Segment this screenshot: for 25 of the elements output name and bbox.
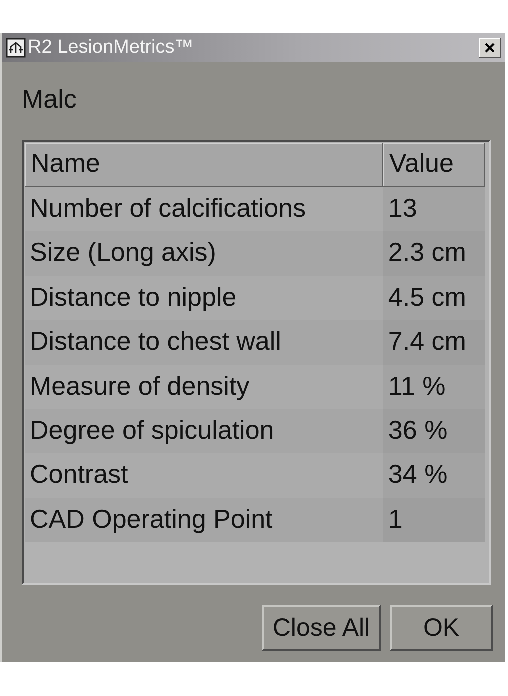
- window-title: R2 LesionMetrics™: [28, 36, 195, 58]
- dialog-button[interactable]: Close All: [262, 605, 381, 651]
- table-cell: 2.3 cm: [383, 231, 485, 276]
- dialog-button[interactable]: OK: [390, 605, 493, 651]
- app-icon: [6, 38, 26, 58]
- table-cell: Distance to nipple: [25, 276, 384, 320]
- table-cell: Degree of spiculation: [25, 408, 384, 454]
- table-cell: 34 %: [383, 453, 485, 498]
- close-icon: [484, 42, 496, 54]
- table-cell: 11 %: [383, 364, 485, 409]
- table-cell: 36 %: [383, 408, 485, 454]
- close-button[interactable]: [479, 38, 501, 58]
- section-heading: Malc: [22, 84, 78, 116]
- table-cell: Measure of density: [25, 364, 384, 409]
- table-cell: CAD Operating Point: [25, 498, 384, 542]
- table-cell: Number of calcifications: [25, 187, 384, 232]
- table-cell: Contrast: [25, 453, 384, 498]
- table-cell: 1: [383, 498, 485, 542]
- column-header[interactable]: Name: [25, 143, 384, 187]
- table-cell: 4.5 cm: [383, 276, 485, 320]
- column-header[interactable]: Value: [383, 143, 485, 187]
- table-cell: Distance to chest wall: [25, 320, 384, 365]
- table-cell: 7.4 cm: [383, 320, 485, 365]
- table-cell: 13: [383, 187, 485, 232]
- table-cell: Size (Long axis): [25, 231, 384, 276]
